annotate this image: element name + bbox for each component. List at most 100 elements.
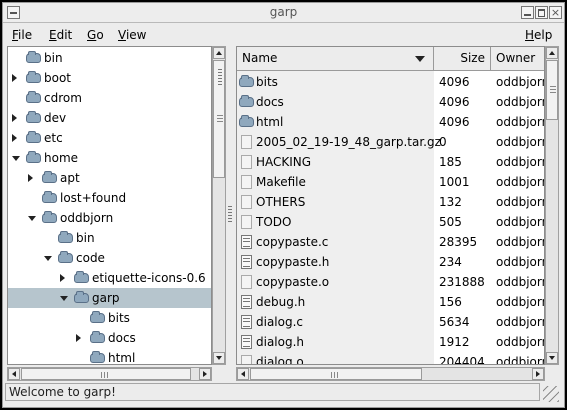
tree-item-garp[interactable]: garp <box>8 288 211 308</box>
folder-icon <box>58 231 73 243</box>
tree-item-label: etiquette-icons-0.6 <box>92 271 206 285</box>
file-list[interactable]: Name Size Owner bits 4096 oddbjorn docs 4096… <box>236 46 545 365</box>
expander-collapsed-icon[interactable] <box>60 274 65 282</box>
close-icon[interactable]: × <box>549 6 562 19</box>
expander-expanded-icon[interactable] <box>44 256 52 261</box>
tree-item-label: cdrom <box>44 91 82 105</box>
pane-divider-handle[interactable] <box>218 69 222 87</box>
tree-item-html[interactable]: html <box>8 348 211 364</box>
expander-collapsed-icon[interactable] <box>12 134 17 142</box>
file-size: 156 <box>439 295 462 309</box>
folder-icon <box>26 91 41 103</box>
expander-collapsed-icon[interactable] <box>76 334 81 342</box>
tree-item-etiquette-icons-0-6[interactable]: etiquette-icons-0.6 <box>8 268 211 288</box>
minimize-icon[interactable] <box>521 6 534 19</box>
scroll-up-arrow-icon[interactable] <box>546 47 558 59</box>
file-row[interactable]: dialog.c 5634 oddbjorn <box>237 312 544 332</box>
file-row[interactable]: copypaste.o 231888 oddbjorn <box>237 272 544 292</box>
tree-item-bin[interactable]: bin <box>8 48 211 68</box>
menu-go[interactable]: Go <box>87 28 104 42</box>
scroll-up-arrow-icon[interactable] <box>213 47 225 59</box>
expander-expanded-icon[interactable] <box>28 216 36 221</box>
file-owner: oddbjorn <box>496 275 545 289</box>
file-owner: oddbjorn <box>496 355 545 365</box>
file-row[interactable]: dialog.o 204404 oddbjorn <box>237 352 545 365</box>
file-row[interactable]: docs 4096 oddbjorn <box>237 92 544 112</box>
list-scroll-thumb[interactable] <box>546 60 558 120</box>
tree-horizontal-scrollbar[interactable] <box>7 367 212 381</box>
folder-icon <box>74 291 89 303</box>
file-row[interactable]: dialog.h 1912 oddbjorn <box>237 332 544 352</box>
maximize-icon[interactable] <box>535 6 548 19</box>
menu-view[interactable]: View <box>118 28 146 42</box>
grip-icon <box>550 86 556 93</box>
menu-edit[interactable]: Edit <box>49 28 72 42</box>
scroll-down-arrow-icon[interactable] <box>546 352 558 364</box>
scroll-left-arrow-icon[interactable] <box>237 368 249 380</box>
tree-item-home[interactable]: home <box>8 148 211 168</box>
scroll-left-arrow-icon[interactable] <box>8 368 20 380</box>
file-owner: oddbjorn <box>496 75 545 89</box>
expander-collapsed-icon[interactable] <box>28 174 33 182</box>
expander-collapsed-icon[interactable] <box>12 114 17 122</box>
tree-hscroll-thumb[interactable] <box>21 368 191 380</box>
file-size: 0 <box>439 135 447 149</box>
tree-vertical-scrollbar[interactable] <box>212 46 226 365</box>
file-icon <box>241 135 252 149</box>
column-header-name[interactable]: Name <box>237 47 434 70</box>
tree-item-oddbjorn[interactable]: oddbjorn <box>8 208 211 228</box>
tree-item-label: bits <box>108 311 130 325</box>
file-row[interactable]: bits 4096 oddbjorn <box>237 72 544 92</box>
title-bar[interactable]: garp × <box>3 3 564 23</box>
file-size: 234 <box>439 255 462 269</box>
file-row[interactable]: copypaste.h 234 oddbjorn <box>237 252 544 272</box>
file-size: 231888 <box>439 275 485 289</box>
tree-item-label: garp <box>92 291 120 305</box>
list-hscroll-thumb[interactable] <box>250 368 422 380</box>
tree-item-cdrom[interactable]: cdrom <box>8 88 211 108</box>
column-header-owner[interactable]: Owner <box>491 47 544 70</box>
scroll-right-arrow-icon[interactable] <box>199 368 211 380</box>
file-row[interactable]: OTHERS 132 oddbjorn <box>237 192 544 212</box>
tree-item-code[interactable]: code <box>8 248 211 268</box>
menu-file[interactable]: File <box>12 28 32 42</box>
file-size: 4096 <box>439 95 470 109</box>
expander-collapsed-icon[interactable] <box>12 74 17 82</box>
file-row[interactable]: 2005_02_19-19_48_garp.tar.gz 0 oddbjorn <box>237 132 544 152</box>
tree-item-dev[interactable]: dev <box>8 108 211 128</box>
tree-item-etc[interactable]: etc <box>8 128 211 148</box>
resize-grip-icon[interactable] <box>543 386 559 402</box>
tree-item-bits[interactable]: bits <box>8 308 211 328</box>
tree-item-label: docs <box>108 331 136 345</box>
column-header-size-label: Size <box>460 51 485 65</box>
file-row[interactable]: copypaste.c 28395 oddbjorn <box>237 232 544 252</box>
pane-divider-handle[interactable] <box>228 206 232 224</box>
scroll-down-arrow-icon[interactable] <box>213 352 225 364</box>
file-row[interactable]: TODO 505 oddbjorn <box>237 212 544 232</box>
list-vertical-scrollbar[interactable] <box>545 46 559 365</box>
column-header-owner-label: Owner <box>496 51 536 65</box>
column-header-size[interactable]: Size <box>434 47 491 70</box>
expander-expanded-icon[interactable] <box>60 296 68 301</box>
grip-icon <box>217 115 223 122</box>
menu-help[interactable]: Help <box>525 28 552 42</box>
app-window: garp × File Edit Go View Help bin boot cdr… <box>2 2 565 408</box>
scroll-right-arrow-icon[interactable] <box>532 368 544 380</box>
expander-expanded-icon[interactable] <box>12 156 20 161</box>
file-row[interactable]: Makefile 1001 oddbjorn <box>237 172 544 192</box>
tree-item-lost-found[interactable]: lost+found <box>8 188 211 208</box>
tree-item-boot[interactable]: boot <box>8 68 211 88</box>
file-row[interactable]: HACKING 185 oddbjorn <box>237 152 544 172</box>
file-owner: oddbjorn <box>496 95 545 109</box>
tree-item-bin[interactable]: bin <box>8 228 211 248</box>
file-name: docs <box>256 95 284 109</box>
folder-icon <box>26 71 41 83</box>
directory-tree[interactable]: bin boot cdrom dev etc home apt lost+found oddbj… <box>7 46 212 365</box>
tree-item-apt[interactable]: apt <box>8 168 211 188</box>
list-horizontal-scrollbar[interactable] <box>236 367 545 381</box>
file-name: 2005_02_19-19_48_garp.tar.gz <box>256 135 441 149</box>
tree-item-docs[interactable]: docs <box>8 328 211 348</box>
file-row[interactable]: html 4096 oddbjorn <box>237 112 544 132</box>
file-row[interactable]: debug.h 156 oddbjorn <box>237 292 544 312</box>
file-size: 1001 <box>439 175 470 189</box>
